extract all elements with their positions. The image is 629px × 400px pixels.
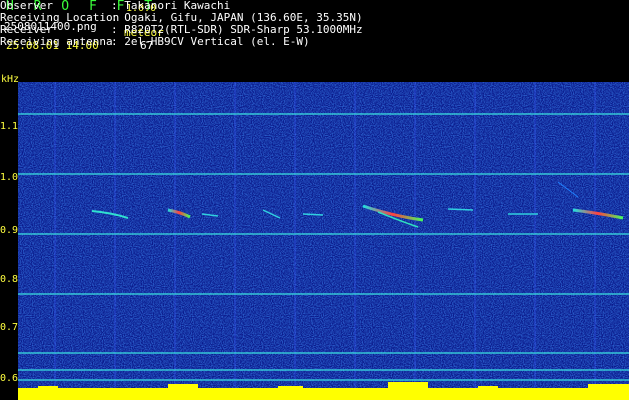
- y-tick-label: 1.1: [0, 121, 19, 132]
- spectrogram: [18, 82, 629, 400]
- y-tick-label: 0.6: [0, 373, 19, 384]
- y-tick-label: 0.8: [0, 274, 19, 285]
- info-key: Receiving antenna: [0, 35, 113, 48]
- info-row-antenna: Receiving antenna : 2el-HB9CV Vertical (…: [0, 36, 460, 49]
- y-axis-unit: kHz: [1, 74, 20, 85]
- info-value: : 2el-HB9CV Vertical (el. E-W): [111, 35, 310, 48]
- y-tick-label: 0.7: [0, 322, 19, 333]
- hrofft-window: H R O F F T 1.0.0 2508011400.png 25.08.0…: [0, 0, 629, 400]
- y-tick-label: 0.9: [0, 225, 19, 236]
- y-tick-label: 1.0: [0, 172, 19, 183]
